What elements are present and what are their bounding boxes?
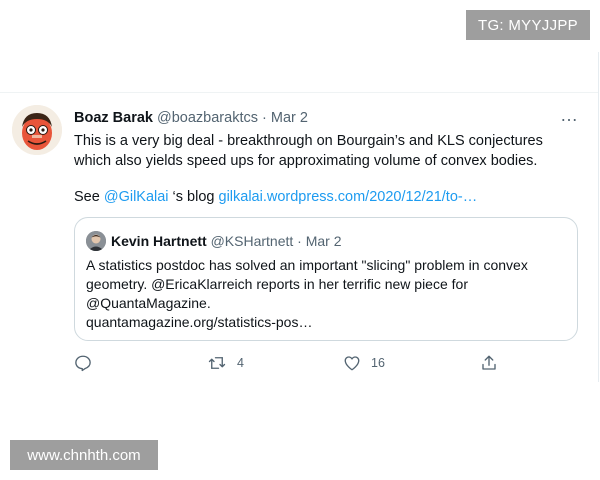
tweet-actions: 4 16	[74, 354, 514, 376]
tweet-top-divider	[0, 92, 598, 93]
quoted-tweet-card[interactable]: Kevin Hartnett @KSHartnett · Mar 2 A sta…	[74, 217, 578, 341]
reply-button[interactable]	[74, 354, 92, 372]
quoted-text-line: @QuantaMagazine.	[86, 295, 211, 311]
quoted-date: Mar 2	[305, 233, 342, 249]
tweet-header: Boaz Barak @boazbaraktcs · Mar 2	[74, 109, 308, 127]
mention-link[interactable]: @GilKalai	[104, 189, 169, 205]
share-button[interactable]	[480, 354, 498, 372]
avatar-illustration	[12, 105, 62, 155]
tweet-date[interactable]: Mar 2	[271, 110, 308, 126]
quoted-header: Kevin Hartnett @KSHartnett · Mar 2	[111, 232, 342, 250]
quoted-author-handle: @KSHartnett	[210, 233, 294, 249]
see-prefix: See	[74, 189, 104, 205]
avatar[interactable]	[12, 105, 62, 155]
like-count: 16	[371, 356, 385, 370]
blog-link[interactable]: gilkalai.wordpress.com/2020/12/21/to-…	[219, 189, 478, 205]
retweet-icon	[208, 357, 226, 369]
quoted-text: A statistics postdoc has solved an impor…	[86, 256, 572, 332]
retweet-button[interactable]: 4	[207, 354, 244, 372]
retweet-count: 4	[237, 356, 244, 370]
quoted-text-line: A statistics postdoc has solved an impor…	[86, 257, 528, 273]
quoted-avatar-illustration	[86, 231, 106, 251]
like-button[interactable]: 16	[343, 354, 385, 372]
tweet-see-line: See @GilKalai ‘s blog gilkalai.wordpress…	[74, 187, 477, 207]
tg-badge: TG: MYYJJPP	[466, 10, 590, 40]
tweet-text-line: This is a very big deal - breakthrough o…	[74, 133, 543, 149]
tweet-text: This is a very big deal - breakthrough o…	[74, 131, 574, 171]
timeline-right-border	[598, 52, 599, 382]
reply-icon	[75, 355, 91, 372]
author-handle[interactable]: @boazbaraktcs	[157, 110, 258, 126]
header-separator: ·	[262, 110, 267, 126]
author-name[interactable]: Boaz Barak	[74, 110, 153, 126]
site-watermark: www.chnhth.com	[10, 440, 158, 470]
quoted-url: quantamagazine.org/statistics-pos…	[86, 314, 313, 330]
quoted-separator: ·	[297, 233, 302, 249]
quoted-text-line: geometry. @EricaKlarreich reports in her…	[86, 276, 468, 292]
tweet-text-line: which also yields speed ups for approxim…	[74, 153, 538, 169]
see-middle: ‘s blog	[168, 189, 219, 205]
heart-icon	[344, 356, 360, 371]
quoted-avatar	[86, 231, 106, 251]
quoted-author-name: Kevin Hartnett	[111, 233, 207, 249]
more-options-icon[interactable]: …	[560, 106, 579, 124]
share-icon	[482, 355, 496, 370]
